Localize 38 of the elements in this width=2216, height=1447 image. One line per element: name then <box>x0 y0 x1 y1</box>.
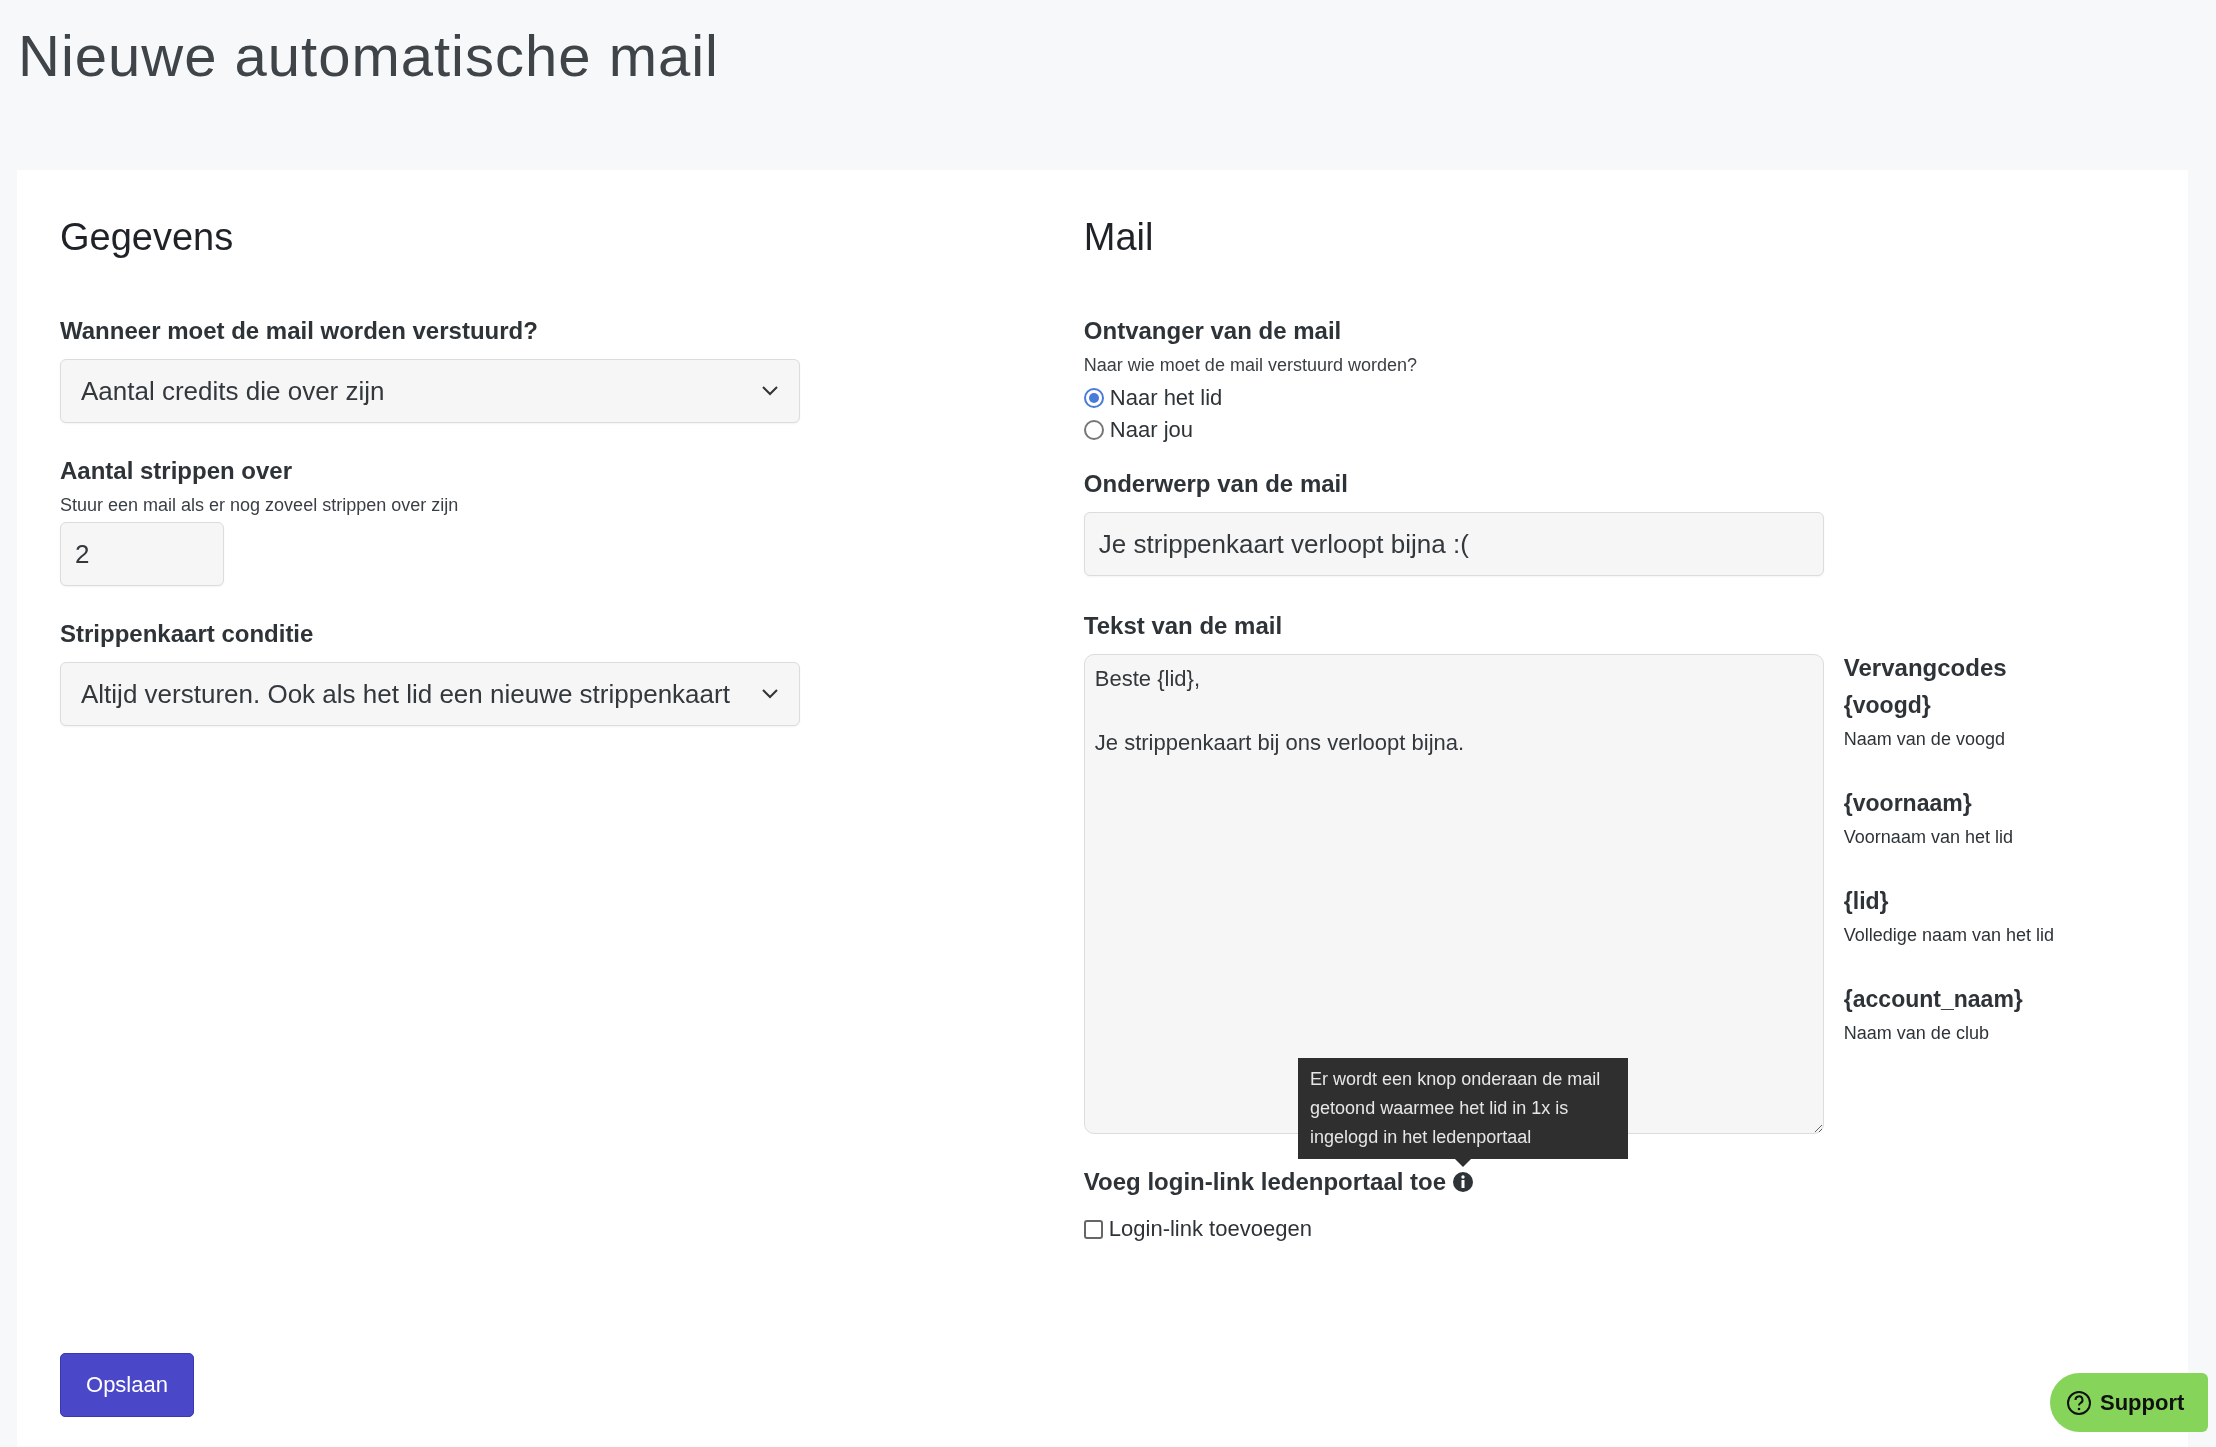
code-description: Naam van de club <box>1843 1023 1990 1044</box>
radio-label[interactable]: Naar jou <box>1109 417 1193 443</box>
section-heading: Gegevens <box>60 216 235 259</box>
field-label: Aantal strippen over <box>60 457 294 485</box>
chevron-down-icon <box>761 385 779 397</box>
radio-button[interactable] <box>1083 420 1104 440</box>
code-name: {lid} <box>1843 888 1890 915</box>
code-description: Voornaam van het lid <box>1843 827 2014 848</box>
chevron-down-icon <box>761 688 779 700</box>
field-label: Strippenkaart conditie <box>60 620 315 648</box>
code-name: {voogd} <box>1843 692 1932 719</box>
subject-input[interactable]: Je strippenkaart verloopt bijna :( <box>1083 512 1824 576</box>
checkbox-label[interactable]: Login-link toevoegen <box>1108 1216 1312 1242</box>
field-label: Onderwerp van de mail <box>1083 470 1349 498</box>
field-label: Wanneer moet de mail worden verstuurd? <box>60 317 539 345</box>
dropdown-select[interactable]: Aantal credits die over zijn <box>60 359 800 423</box>
section-heading: Mail <box>1083 216 1155 259</box>
save-button[interactable]: Opslaan <box>60 1353 194 1417</box>
code-description: Volledige naam van het lid <box>1843 925 2054 946</box>
field-label: Voeg login-link ledenportaal toe <box>1083 1168 1447 1196</box>
info-icon[interactable] <box>1452 1171 1475 1193</box>
field-label: Ontvanger van de mail <box>1083 317 1343 345</box>
radio-button[interactable] <box>1083 388 1104 408</box>
page-title: Nieuwe automatische mail <box>18 22 720 90</box>
tooltip: Er wordt een knop onderaan de mail getoond waarmee het lid in 1x is ingelogd in het ledenportaal <box>1298 1058 1629 1167</box>
dropdown-select[interactable]: Altijd versturen. Ook als het lid een nieuwe strippenkaart <box>60 662 800 726</box>
support-button[interactable]: Support <box>2050 1373 2208 1432</box>
codes-heading: Vervangcodes <box>1843 654 2008 682</box>
help-icon <box>2066 1389 2092 1416</box>
number-input[interactable]: 2 <box>60 522 224 586</box>
code-name: {account_naam} <box>1843 986 2024 1013</box>
field-hint: Naar wie moet de mail verstuurd worden? <box>1083 355 1418 376</box>
field-hint: Stuur een mail als er nog zoveel strippen over zijn <box>60 495 460 516</box>
field-label: Tekst van de mail <box>1083 612 1284 640</box>
code-description: Naam van de voogd <box>1843 729 2006 750</box>
checkbox[interactable] <box>1083 1219 1103 1239</box>
code-name: {voornaam} <box>1843 790 1973 817</box>
radio-label[interactable]: Naar het lid <box>1109 385 1223 411</box>
